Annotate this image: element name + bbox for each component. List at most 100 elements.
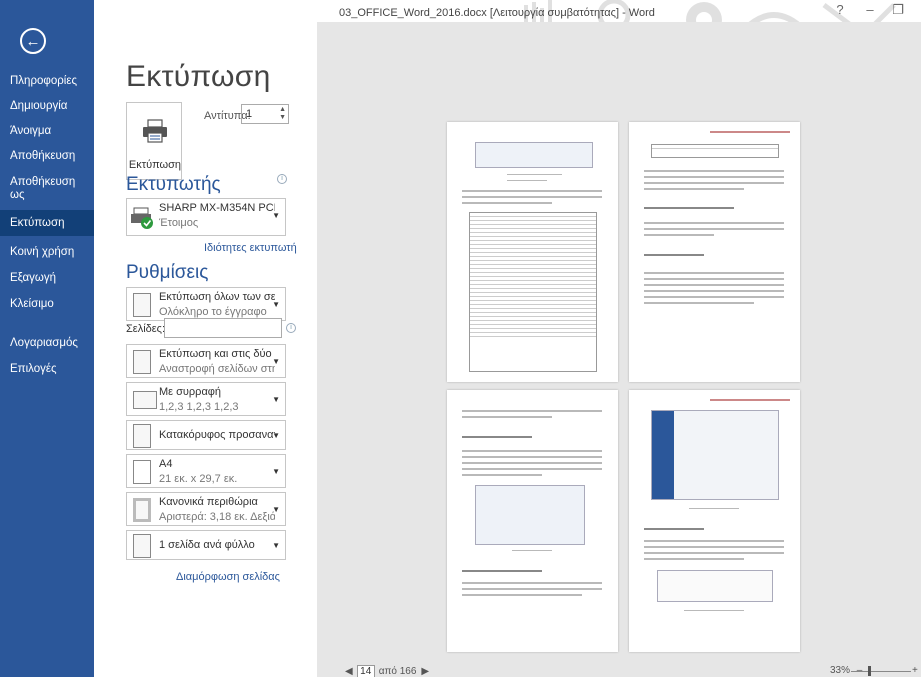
text-line bbox=[644, 188, 744, 190]
text-line bbox=[462, 410, 602, 412]
text-line bbox=[462, 462, 602, 464]
nav-item-open[interactable]: Άνοιγμα bbox=[0, 125, 94, 138]
collation-dropdown[interactable]: Με συρραφή 1,2,3 1,2,3 1,2,3 ▼ bbox=[126, 382, 286, 416]
info-icon[interactable]: i bbox=[286, 323, 296, 333]
text-line bbox=[644, 222, 784, 224]
caption-line bbox=[684, 610, 744, 611]
current-page-input[interactable]: 14 bbox=[356, 665, 375, 677]
heading-line bbox=[644, 254, 704, 256]
heading-line bbox=[462, 436, 532, 438]
print-range-dropdown[interactable]: Εκτύπωση όλων των σελίδ... Ολόκληρο το έ… bbox=[126, 287, 286, 321]
chevron-down-icon: ▼ bbox=[272, 431, 280, 440]
heading-line bbox=[644, 207, 734, 209]
page-screenshot bbox=[475, 485, 585, 545]
back-arrow-icon[interactable]: ← bbox=[20, 28, 46, 54]
orientation-dropdown[interactable]: Κατακόρυφος προσανατολι... ▼ bbox=[126, 420, 286, 450]
restore-button[interactable]: ❐ bbox=[887, 2, 909, 20]
help-button[interactable]: ? bbox=[829, 2, 851, 20]
paper-size-subtitle: 21 εκ. x 29,7 εκ. bbox=[159, 473, 238, 485]
zoom-in-button[interactable]: + bbox=[912, 665, 918, 676]
nav-item-save-as[interactable]: Αποθήκευση ως bbox=[0, 176, 80, 202]
text-line bbox=[644, 278, 784, 280]
print-preview[interactable] bbox=[317, 22, 921, 677]
nav-item-close[interactable]: Κλείσιμο bbox=[0, 298, 94, 311]
text-line bbox=[644, 540, 784, 542]
dialog-screenshot bbox=[657, 570, 773, 602]
text-line bbox=[644, 176, 784, 178]
print-range-title: Εκτύπωση όλων των σελίδ... bbox=[159, 291, 275, 303]
text-line bbox=[644, 558, 744, 560]
print-button[interactable]: Εκτύπωση bbox=[126, 102, 182, 180]
portrait-icon bbox=[133, 424, 151, 448]
heading-line bbox=[462, 570, 542, 572]
nav-item-options[interactable]: Επιλογές bbox=[0, 363, 94, 376]
chevron-down-icon: ▼ bbox=[272, 541, 280, 550]
text-line bbox=[507, 180, 547, 181]
printer-status: Έτοιμος bbox=[159, 217, 199, 229]
copies-spinner-icon[interactable]: ▲ ▼ bbox=[279, 106, 286, 122]
heading-line bbox=[644, 528, 704, 530]
nav-item-share[interactable]: Κοινή χρήση bbox=[0, 246, 94, 259]
duplex-dropdown[interactable]: Εκτύπωση και στις δύο πλε... Αναστροφή σ… bbox=[126, 344, 286, 378]
page-navigator: ◀ 14 από 166 ▶ bbox=[345, 665, 429, 677]
chevron-down-icon: ▼ bbox=[272, 505, 280, 514]
chevron-down-icon: ▼ bbox=[272, 395, 280, 404]
print-range-subtitle: Ολόκληρο το έγγραφο bbox=[159, 306, 267, 318]
pages-per-sheet-dropdown[interactable]: 1 σελίδα ανά φύλλο ▼ bbox=[126, 530, 286, 560]
chevron-down-icon: ▼ bbox=[272, 300, 280, 309]
chevron-down-icon: ▼ bbox=[272, 211, 280, 220]
text-line bbox=[462, 456, 602, 458]
info-icon[interactable]: i bbox=[277, 174, 287, 184]
text-line bbox=[462, 588, 602, 590]
page-table bbox=[651, 144, 779, 158]
text-line bbox=[644, 272, 784, 274]
nav-item-export[interactable]: Εξαγωγή bbox=[0, 272, 94, 285]
orientation-title: Κατακόρυφος προσανατολι... bbox=[159, 429, 275, 441]
pages-per-sheet-title: 1 σελίδα ανά φύλλο bbox=[159, 539, 255, 551]
printer-properties-link[interactable]: Ιδιότητες εκτυπωτή bbox=[204, 242, 297, 254]
page-title: Εκτύπωση bbox=[126, 60, 271, 93]
paper-size-dropdown[interactable]: A4 21 εκ. x 29,7 εκ. ▼ bbox=[126, 454, 286, 488]
zoom-slider[interactable] bbox=[851, 671, 911, 672]
triangle-left-icon[interactable]: ◀ bbox=[345, 666, 353, 677]
text-line bbox=[644, 182, 784, 184]
pages-label: Σελίδες: bbox=[126, 323, 166, 335]
printer-icon bbox=[143, 119, 167, 143]
text-line bbox=[462, 196, 602, 198]
page-header-line bbox=[710, 399, 790, 401]
printer-ready-icon bbox=[131, 207, 153, 229]
chevron-down-icon: ▼ bbox=[272, 357, 280, 366]
zoom-level[interactable]: 33% bbox=[830, 665, 850, 676]
chevron-down-icon: ▼ bbox=[272, 467, 280, 476]
printer-dropdown[interactable]: SHARP MX-M354N PCL6 Έτοιμος ▼ bbox=[126, 198, 286, 236]
print-button-label: Εκτύπωση bbox=[128, 159, 182, 171]
duplex-icon bbox=[133, 350, 151, 374]
preview-page bbox=[629, 390, 800, 652]
nav-item-info[interactable]: Πληροφορίες bbox=[0, 75, 94, 88]
margins-subtitle: Αριστερά: 3,18 εκ. Δεξιά:... bbox=[159, 511, 275, 523]
nav-item-print[interactable]: Εκτύπωση bbox=[0, 210, 94, 236]
pages-input[interactable] bbox=[164, 318, 282, 338]
nav-item-account[interactable]: Λογαριασμός bbox=[0, 337, 94, 350]
paper-size-title: A4 bbox=[159, 458, 173, 470]
minimize-button[interactable]: – bbox=[859, 2, 881, 20]
text-line bbox=[644, 546, 784, 548]
copies-input[interactable]: 1 ▲ ▼ bbox=[241, 104, 289, 124]
collation-subtitle: 1,2,3 1,2,3 1,2,3 bbox=[159, 401, 239, 413]
margins-dropdown[interactable]: Κανονικά περιθώρια Αριστερά: 3,18 εκ. Δε… bbox=[126, 492, 286, 526]
nav-item-new[interactable]: Δημιουργία bbox=[0, 100, 94, 113]
duplex-title: Εκτύπωση και στις δύο πλε... bbox=[159, 348, 275, 360]
text-line bbox=[462, 190, 602, 192]
pages-icon bbox=[133, 293, 151, 317]
text-line bbox=[644, 552, 784, 554]
title-bar: 03_OFFICE_Word_2016.docx [Λειτουργία συμ… bbox=[94, 0, 921, 39]
text-line bbox=[644, 284, 784, 286]
text-line bbox=[462, 474, 542, 476]
page-setup-link[interactable]: Διαμόρφωση σελίδας bbox=[176, 571, 280, 583]
triangle-right-icon[interactable]: ▶ bbox=[421, 666, 429, 677]
nav-item-save[interactable]: Αποθήκευση bbox=[0, 150, 94, 163]
text-line bbox=[644, 228, 784, 230]
zoom-slider-thumb[interactable] bbox=[868, 666, 871, 676]
settings-heading: Ρυθμίσεις bbox=[126, 262, 209, 283]
margins-title: Κανονικά περιθώρια bbox=[159, 496, 258, 508]
